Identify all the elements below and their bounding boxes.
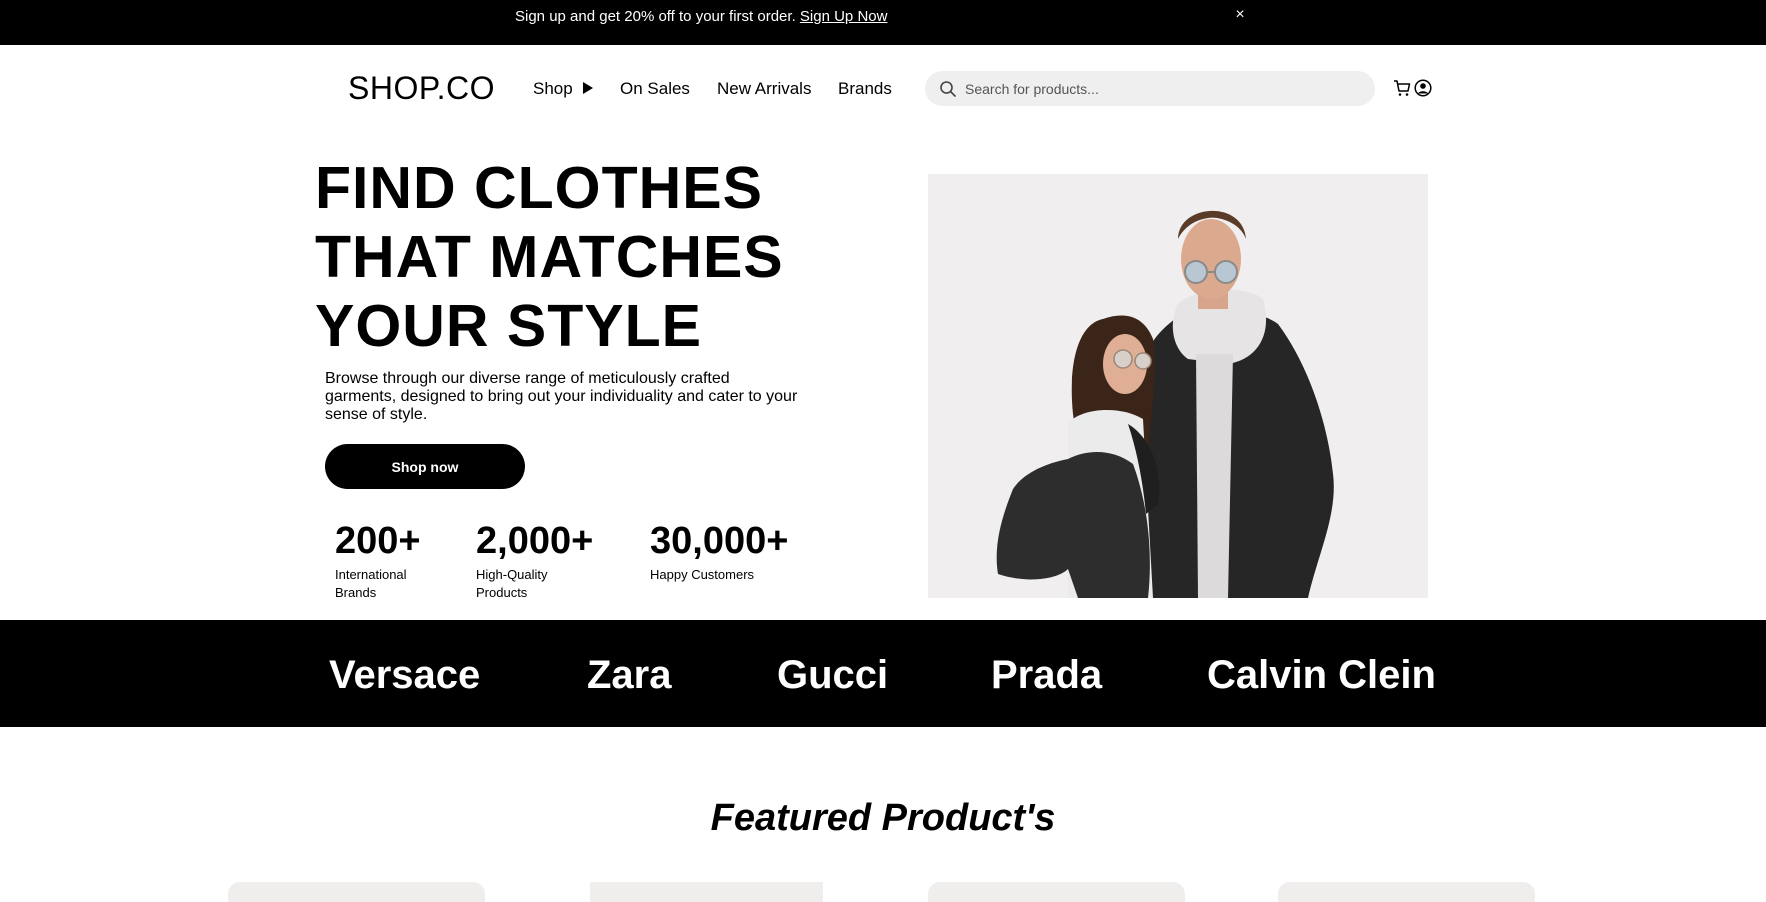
announcement-text: Sign up and get 20% off to your first or… [515, 8, 887, 25]
stat-value: 30,000+ [650, 520, 789, 562]
brands-strip: Versace Zara Gucci Prada Calvin Clein [0, 620, 1766, 727]
hero-image [928, 174, 1428, 598]
announcement-bar: Sign up and get 20% off to your first or… [0, 0, 1766, 45]
nav-on-sales[interactable]: On Sales [620, 79, 690, 99]
featured-title: Featured Product's [710, 797, 1056, 839]
product-card[interactable] [228, 882, 485, 902]
hero-title-line: FIND CLOTHES [315, 155, 763, 221]
stat-customers: 30,000+ Happy Customers [650, 520, 790, 584]
hero-models-illustration [996, 210, 1334, 598]
brand-zara[interactable]: Zara [587, 653, 672, 697]
user-icon[interactable] [1414, 79, 1432, 97]
logo[interactable]: SHOP.CO [348, 70, 495, 106]
product-card[interactable] [1278, 882, 1535, 902]
shop-now-button[interactable]: Shop now [325, 444, 525, 489]
stat-label: High-Quality Products [476, 567, 548, 600]
search-input[interactable] [965, 71, 1365, 106]
product-card[interactable] [590, 882, 823, 902]
product-card[interactable] [928, 882, 1185, 902]
brand-calvin-clein[interactable]: Calvin Clein [1207, 653, 1436, 697]
close-icon[interactable]: × [1232, 6, 1248, 24]
hero-title: FIND CLOTHES THAT MATCHES YOUR STYLE [315, 154, 835, 361]
brand-prada[interactable]: Prada [991, 653, 1102, 697]
nav-brands[interactable]: Brands [838, 79, 892, 99]
search-bar[interactable] [925, 71, 1375, 106]
stat-brands: 200+ International Brands [335, 520, 430, 602]
sign-up-link[interactable]: Sign Up Now [800, 8, 888, 25]
caret-right-icon[interactable] [583, 82, 593, 94]
nav-shop[interactable]: Shop [533, 79, 573, 99]
hero-title-line: THAT MATCHES [315, 224, 784, 290]
hero-description: Browse through our diverse range of meti… [325, 370, 798, 423]
stat-value: 2,000+ [476, 520, 594, 562]
search-icon [940, 81, 956, 97]
brand-gucci[interactable]: Gucci [777, 653, 888, 697]
cart-icon[interactable] [1393, 79, 1411, 97]
hero-title-line: YOUR STYLE [315, 293, 702, 359]
stat-products: 2,000+ High-Quality Products [476, 520, 593, 602]
stat-label: Happy Customers [650, 567, 755, 582]
stat-label: International Brands [335, 567, 407, 600]
stat-value: 200+ [335, 520, 421, 562]
nav-new-arrivals[interactable]: New Arrivals [717, 79, 811, 99]
brand-versace[interactable]: Versace [329, 653, 480, 697]
announcement-message: Sign up and get 20% off to your first or… [515, 8, 800, 25]
